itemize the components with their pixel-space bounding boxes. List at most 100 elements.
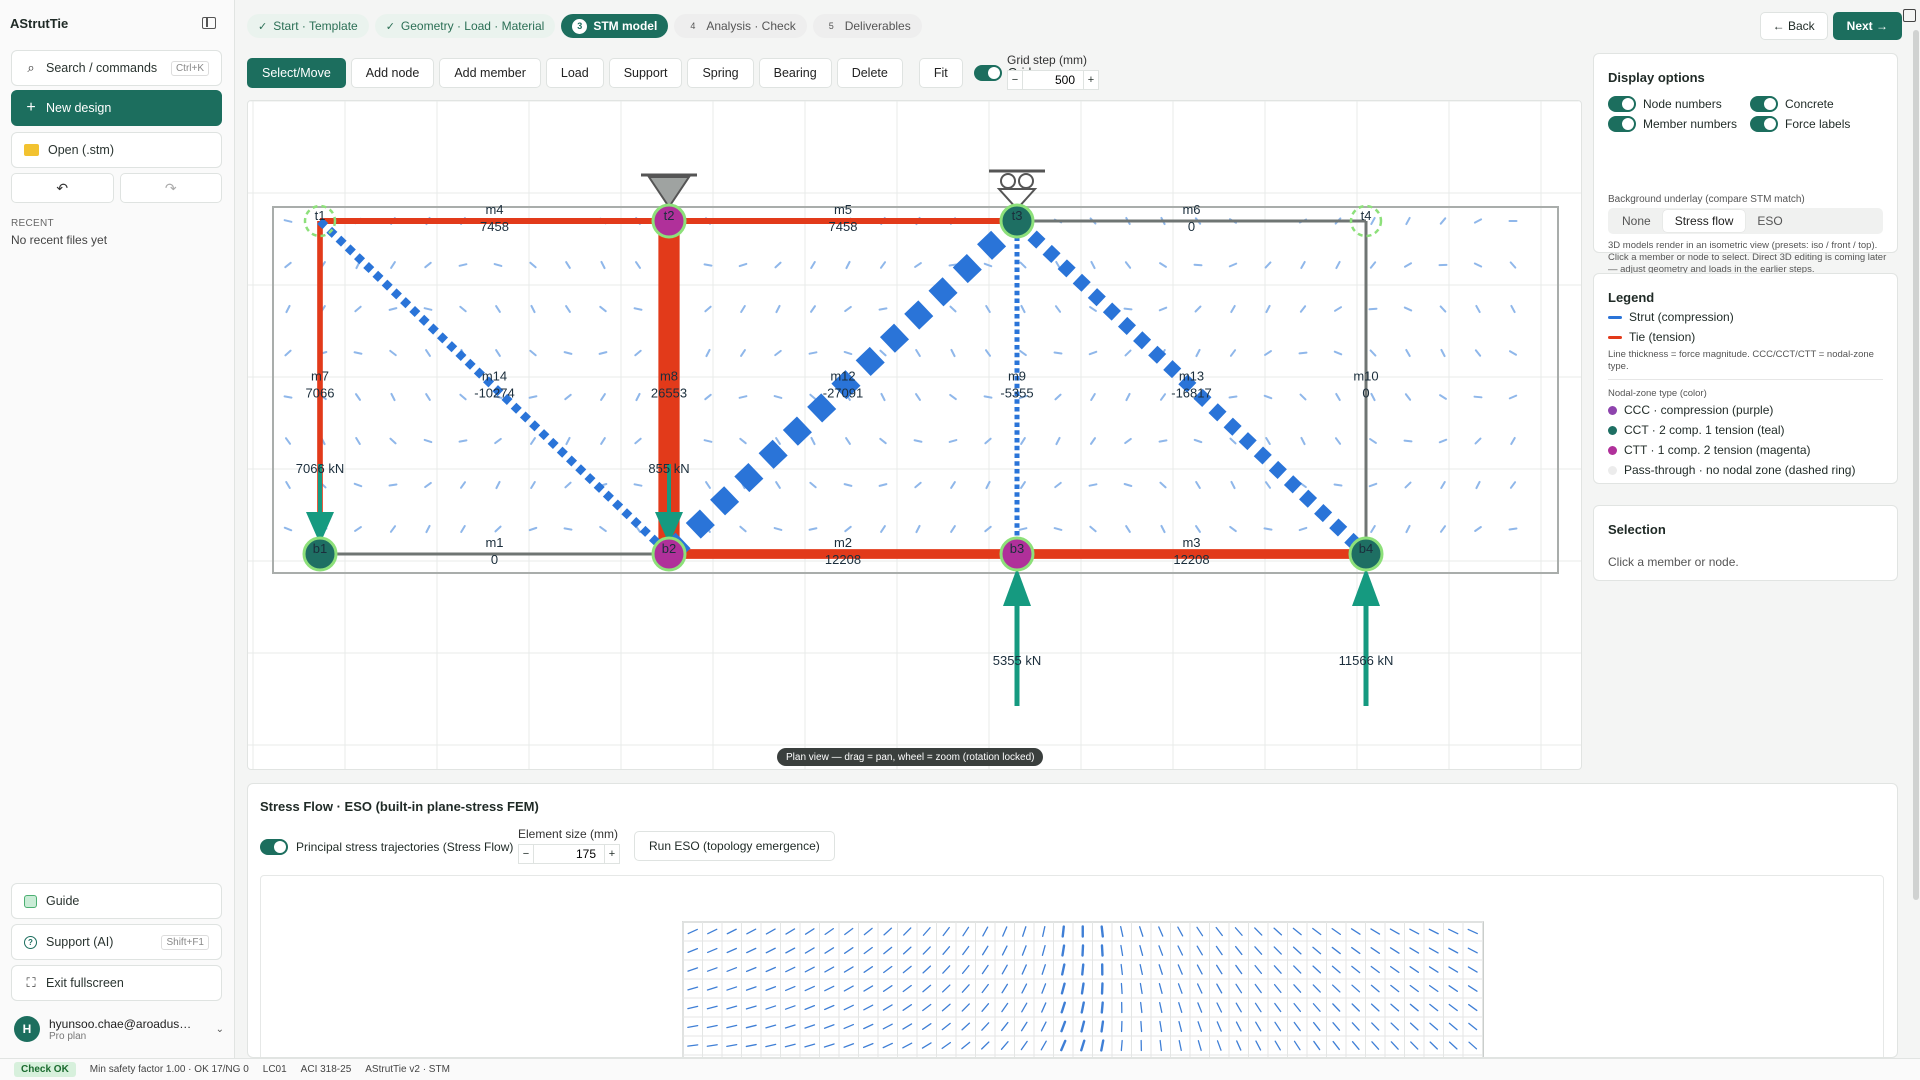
force-labels-switch[interactable] [1750, 116, 1778, 132]
stress-trajectories-toggle[interactable]: Principal stress trajectories (Stress Fl… [260, 839, 513, 855]
loads-layer: 7066 kN 855 kN 5355 kN 11566 kN [296, 461, 1393, 706]
chevron-down-icon: ⌄ [215, 1023, 224, 1035]
selection-panel: Selection Click a member or node. [1593, 505, 1898, 581]
wizard-step-3[interactable]: 3 STM model [561, 14, 669, 38]
guide-button[interactable]: Guide [11, 883, 222, 919]
node-numbers-label: Node numbers [1643, 97, 1722, 111]
wizard-step-4[interactable]: 4 Analysis · Check [674, 14, 807, 38]
tool-select-move-button[interactable]: Select/Move [247, 58, 346, 88]
display-note: 3D models render in an isometric view (p… [1608, 240, 1887, 275]
new-design-button[interactable]: + New design [11, 90, 222, 126]
underlay-eso[interactable]: ESO [1745, 210, 1794, 232]
next-button[interactable]: Next → [1832, 12, 1902, 40]
member-force-label: 12208 [825, 552, 861, 567]
pass-dot-icon [1608, 465, 1617, 475]
undo-button[interactable]: ↶ [11, 173, 114, 203]
wizard-step-5[interactable]: 5 Deliverables [812, 14, 922, 38]
tool-add-member-button[interactable]: Add member [439, 58, 541, 88]
legend-strut: Strut (compression) [1608, 310, 1734, 324]
option-force-labels[interactable]: Force labels [1750, 116, 1850, 132]
open-file-button[interactable]: Open (.stm) [11, 132, 222, 168]
underlay-none[interactable]: None [1610, 210, 1663, 232]
tool-support-button[interactable]: Support [608, 58, 683, 88]
user-plan: Pro plan [49, 1030, 87, 1042]
member-id-label: m3 [1182, 535, 1200, 550]
load-label: 7066 kN [296, 461, 344, 476]
tool-delete-button[interactable]: Delete [836, 58, 903, 88]
element-size-increment[interactable]: + [604, 844, 620, 864]
member-id-label: m7 [311, 369, 329, 384]
grid-step-decrement[interactable]: − [1007, 70, 1023, 90]
tool-add-node-button[interactable]: Add node [350, 58, 435, 88]
grid-step-increment[interactable]: + [1083, 70, 1099, 90]
stress-flow-view[interactable] [260, 875, 1884, 1057]
legend-zone-pass: Pass-through · no nodal zone (dashed rin… [1608, 463, 1855, 477]
member-numbers-switch[interactable] [1608, 116, 1636, 132]
undo-icon: ↶ [56, 179, 69, 196]
search-icon: ⌕ [27, 60, 35, 75]
tool-load-button[interactable]: Load [545, 58, 604, 88]
legend-zone-ccc-label: CCC · compression (purple) [1624, 403, 1774, 417]
exit-fullscreen-button[interactable]: ⛶ Exit fullscreen [11, 965, 222, 1001]
member-force-label: 7458 [829, 219, 858, 234]
element-size-control: Element size (mm) − + [518, 827, 620, 864]
redo-button[interactable]: ↷ [119, 173, 222, 203]
tool-group: Select/Move Add node Add member Load Support… [247, 58, 903, 88]
member-force-label: 7066 [306, 386, 335, 401]
wizard-steps: ✓ Start · Template ✓ Geometry · Load · Mate… [247, 14, 922, 38]
wizard-step-1[interactable]: ✓ Start · Template [247, 14, 369, 38]
element-size-decrement[interactable]: − [518, 844, 534, 864]
undo-redo-group: ↶ ↷ [11, 173, 222, 203]
selection-hint: Click a member or node. [1608, 555, 1739, 569]
option-concrete[interactable]: Concrete [1750, 96, 1834, 112]
sidebar-collapse-icon[interactable] [202, 17, 216, 29]
step-number: 4 [690, 21, 696, 31]
display-options-title: Display options [1608, 70, 1705, 85]
node-label: t2 [664, 208, 675, 223]
run-eso-button[interactable]: Run ESO (topology emergence) [634, 831, 835, 861]
tool-bearing-button[interactable]: Bearing [758, 58, 832, 88]
user-menu[interactable]: H hyunsoo.chae@aroadus… Pro plan ⌄ [14, 1014, 224, 1044]
step-number: ✓ [385, 20, 395, 33]
search-label: Search / commands [46, 61, 158, 75]
grid-step-control: Grid step (mm) − + [1007, 53, 1099, 90]
member-force-label: 12208 [1173, 552, 1209, 567]
option-node-numbers[interactable]: Node numbers [1608, 96, 1722, 112]
window-icon[interactable] [1903, 9, 1916, 22]
support-button[interactable]: ? Support (AI) Shift+F1 [11, 924, 222, 960]
legend-thickness-note: Line thickness = force magnitude. CCC/CC… [1608, 349, 1874, 372]
member-id-label: m5 [834, 202, 852, 217]
member-force-label: -10274 [474, 386, 514, 401]
page-scrollbar[interactable] [1913, 30, 1919, 900]
canvas-grid [248, 101, 1581, 769]
underlay-stress-flow[interactable]: Stress flow [1662, 210, 1746, 232]
stm-drawing[interactable]: m10m212208m312208m47458m57458m60m77066m8… [248, 101, 1582, 770]
legend-zone-heading: Nodal-zone type (color) [1608, 388, 1707, 399]
member-force-label: 0 [1362, 386, 1369, 401]
underlay-selector: None Stress flow ESO [1608, 208, 1883, 234]
force-labels-label: Force labels [1785, 117, 1851, 131]
step-label: Analysis · Check [706, 19, 796, 33]
option-member-numbers[interactable]: Member numbers [1608, 116, 1737, 132]
stress-flow-panel: Stress Flow · ESO (built-in plane-stress… [247, 783, 1898, 1058]
stm-canvas[interactable]: m1 0 m2 12208 m3 12208 m4 7458 m5 7458 m6 0 m7 7066 m8… [247, 100, 1582, 770]
legend-zone-cct: CCT · 2 comp. 1 tension (teal) [1608, 423, 1785, 437]
pin-support-icon[interactable] [647, 176, 691, 209]
member-id-label: m1 [485, 535, 503, 550]
concrete-switch[interactable] [1750, 96, 1778, 112]
member-force-label: 0 [491, 552, 498, 567]
member-id-label: m10 [1353, 369, 1378, 384]
back-button[interactable]: ← Back [1759, 12, 1828, 40]
member-numbers-label: Member numbers [1643, 117, 1738, 131]
element-size-input[interactable] [534, 844, 604, 864]
tool-spring-button[interactable]: Spring [687, 58, 754, 88]
search-commands-button[interactable]: ⌕ Search / commands Ctrl+K [11, 50, 222, 86]
design-code-text: ACI 318-25 [300, 1064, 352, 1075]
stress-trajectories-switch[interactable] [260, 839, 288, 855]
canvas-toolbar: Select/Move Add node Add member Load Support… [247, 58, 1031, 88]
node-numbers-switch[interactable] [1608, 96, 1636, 112]
fit-button[interactable]: Fit [918, 58, 963, 88]
wizard-step-2[interactable]: ✓ Geometry · Load · Material [374, 14, 556, 38]
grid-step-input[interactable] [1023, 70, 1083, 90]
grid-switch[interactable] [973, 65, 1002, 81]
